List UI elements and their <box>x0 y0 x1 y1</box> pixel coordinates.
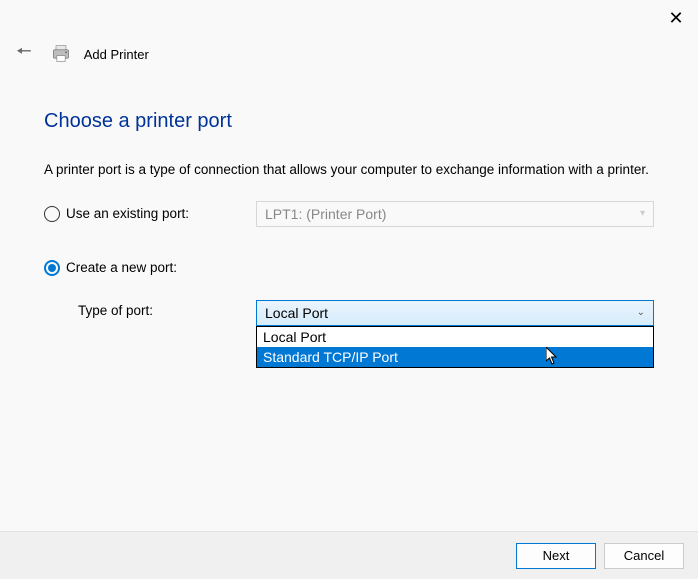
port-type-row: Type of port: Local Port ⌄ Local Port St… <box>44 300 654 326</box>
printer-icon <box>50 44 72 64</box>
wizard-header: 🠔 Add Printer <box>0 0 698 70</box>
dropdown-item-local-port[interactable]: Local Port <box>257 327 653 347</box>
radio-selected-icon[interactable] <box>44 260 60 276</box>
content-area: Choose a printer port A printer port is … <box>0 70 698 326</box>
radio-unselected-icon[interactable] <box>44 206 60 222</box>
dropdown-item-standard-tcpip[interactable]: Standard TCP/IP Port <box>257 347 653 367</box>
chevron-down-icon: ⌄ <box>637 307 645 318</box>
use-existing-label: Use an existing port: <box>66 206 189 221</box>
cancel-button[interactable]: Cancel <box>604 543 684 569</box>
existing-port-value: LPT1: (Printer Port) <box>265 206 386 222</box>
close-icon[interactable]: ✕ <box>666 8 686 28</box>
option-use-existing[interactable]: Use an existing port: LPT1: (Printer Por… <box>44 200 654 228</box>
option-create-new[interactable]: Create a new port: <box>44 254 654 282</box>
port-type-select[interactable]: Local Port ⌄ <box>256 300 654 326</box>
port-type-dropdown: Local Port Standard TCP/IP Port <box>256 326 654 368</box>
wizard-footer: Next Cancel <box>0 531 698 579</box>
existing-port-select: LPT1: (Printer Port) ▾ <box>256 201 654 227</box>
chevron-down-icon: ▾ <box>640 208 645 219</box>
next-button[interactable]: Next <box>516 543 596 569</box>
create-new-label: Create a new port: <box>66 260 177 275</box>
page-heading: Choose a printer port <box>44 110 654 133</box>
wizard-title: Add Printer <box>84 47 149 62</box>
back-arrow-icon[interactable]: 🠔 <box>10 37 38 71</box>
page-description: A printer port is a type of connection t… <box>44 161 654 180</box>
port-type-selected: Local Port <box>265 305 328 321</box>
port-type-label: Type of port: <box>44 300 256 318</box>
